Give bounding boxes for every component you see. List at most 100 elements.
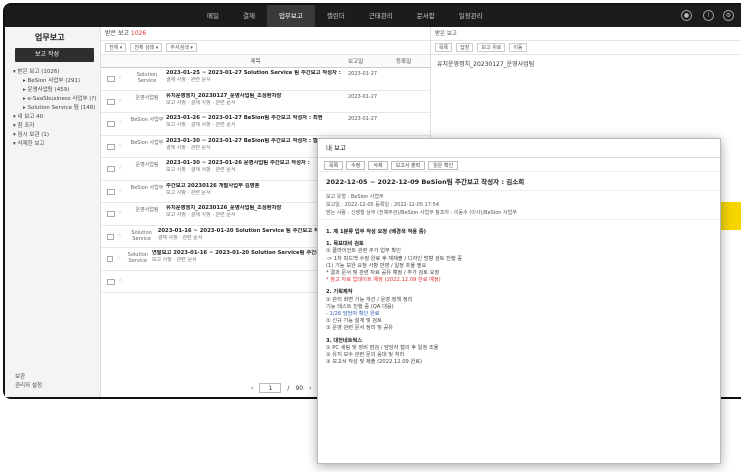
table-row[interactable]: ☆ 운영사업팀 유치운영정치_20230127_운영사업팀_조성환차장 보고 사항 ·… xyxy=(101,91,430,113)
star-icon[interactable]: ☆ xyxy=(118,203,128,225)
body-line: 1. 제 1분류 업무 작성 요청 (배경색 적용 중) xyxy=(326,229,426,235)
column-register-date[interactable]: 등록일 xyxy=(396,57,430,65)
settings-icon[interactable]: ⚙ xyxy=(723,10,734,21)
sidebar-folder-item[interactable]: ▸ Solution Service 팀 (148) xyxy=(13,104,100,113)
row-checkbox[interactable] xyxy=(107,166,115,172)
yellow-tab xyxy=(721,202,741,230)
row-sender: 운영사업팀 xyxy=(135,207,159,213)
sidebar-folder-item[interactable]: ▾ 삭제한 보고 xyxy=(13,140,100,149)
page-input[interactable]: 1 xyxy=(259,383,282,393)
row-main: 2023-01-25 ~ 2023-01-27 Solution Service… xyxy=(166,68,348,90)
row-checkbox[interactable] xyxy=(107,143,115,150)
row-checkbox[interactable] xyxy=(107,188,115,195)
preview-button[interactable]: 보고 위로 xyxy=(477,43,506,52)
list-header-label: 받은 보고 xyxy=(105,30,129,37)
top-menu-item[interactable]: 근태관리 xyxy=(357,5,405,27)
sidebar-bottom-item[interactable]: 보관 xyxy=(15,373,42,382)
modal-header: 내 보고 xyxy=(318,139,720,158)
star-icon[interactable]: ☆ xyxy=(118,113,128,135)
star-icon[interactable]: ☆ xyxy=(118,158,128,180)
list-header: 받은 보고 1026 xyxy=(101,27,430,41)
table-row[interactable]: ☆ BeSion 사업부 2023-01-26 ~ 2023-01-27 BeSio… xyxy=(101,113,430,136)
modal-tool-button[interactable]: 읽은 확인 xyxy=(428,161,459,170)
modal-tool-button[interactable]: 삭제 xyxy=(368,161,388,170)
sidebar-folder-item[interactable]: ▾ 임시 보관 (1) xyxy=(13,131,100,140)
row-sender: 운영사업팀 xyxy=(135,162,159,168)
sidebar-title: 업무보고 xyxy=(35,33,65,42)
row-sender: 운영사업팀 xyxy=(135,94,159,101)
sidebar-folder-item[interactable]: ▾ 내 보고 40 xyxy=(13,113,100,122)
star-icon[interactable]: ☆ xyxy=(118,271,128,293)
row-title[interactable]: 2023-01-26 ~ 2023-01-27 BeSion팀 주간보고 작성자… xyxy=(166,115,348,122)
modal-tool-button[interactable]: 보고서 출력 xyxy=(390,161,426,170)
column-report-date[interactable]: 보고일 xyxy=(348,57,396,65)
page-total: 90 xyxy=(295,384,304,392)
row-checkbox[interactable] xyxy=(107,76,115,82)
row-checkbox[interactable] xyxy=(107,256,114,262)
column-title[interactable]: 제목 xyxy=(163,57,348,65)
preview-button[interactable]: 이동 xyxy=(509,43,527,52)
body-line: ① 관리 화면 기능 개선 / 운영 정책 정리 xyxy=(326,296,413,303)
sidebar-bottom-item[interactable]: 관리자 설정 xyxy=(15,382,42,391)
row-subinfo: 보고 사항 · 결재 사항 · 관련 문서 xyxy=(166,122,236,128)
filter-select[interactable]: 전체 상태 ▾ xyxy=(130,43,163,52)
row-checkbox[interactable] xyxy=(107,211,115,217)
meta-line: 보고 유형 : BeSion 사업부 xyxy=(326,194,384,200)
row-checkbox[interactable] xyxy=(107,98,115,105)
prev-page-icon[interactable]: ‹ xyxy=(251,385,253,392)
top-menu-item[interactable]: 결재 xyxy=(231,5,267,27)
filter-bar: 전체 ▾ 전체 상태 ▾ 부서검색 ▾ xyxy=(101,41,430,55)
row-register-date xyxy=(396,68,430,90)
top-menu-item[interactable]: 업무보고 xyxy=(266,5,315,27)
list-count: 1026 xyxy=(130,30,147,37)
star-icon[interactable]: ☆ xyxy=(116,248,123,270)
meta-line: 보고일 : 2022-12-05 등록일 : 2022-12-05 17:54 xyxy=(326,202,440,208)
notification-icon[interactable]: ! xyxy=(703,10,714,21)
row-title[interactable]: 2023-01-25 ~ 2023-01-27 Solution Service… xyxy=(166,70,348,77)
row-title[interactable]: 유치운영정치_20230127_운영사업팀_조성환차장 xyxy=(166,93,348,100)
body-line: ③ 보고서 작성 및 제출 (2022.12.09 완료) xyxy=(326,359,423,366)
body-line: -> 1차 피드백 수정 완료 후 재제출 / 디자인 방향 검토 진행 중 xyxy=(326,255,463,262)
sidebar-folder-item[interactable]: ▸ e-SaaSbusiness 사업부 (?) xyxy=(13,95,100,104)
filter-select[interactable]: 전체 ▾ xyxy=(105,43,127,52)
table-row[interactable]: ☆ Solution Service 2023-01-25 ~ 2023-01-27… xyxy=(101,68,430,91)
top-menu-item[interactable]: 문서함 xyxy=(405,5,447,27)
row-checkbox[interactable] xyxy=(107,233,115,240)
row-sender: Solution Service xyxy=(131,229,152,242)
sidebar-folder-item[interactable]: ▾ 참 조자 xyxy=(13,122,100,131)
sidebar-bottom: 보관 관리자 설정 xyxy=(15,373,42,391)
star-icon[interactable]: ☆ xyxy=(118,181,128,203)
next-page-icon[interactable]: › xyxy=(309,385,311,392)
top-menu: 메일 결재 업무보고 캘린더 근태관리 문서함 일정관리 xyxy=(195,5,495,27)
sidebar-folder-item[interactable]: ▸ BeSion 사업부 (291) xyxy=(13,77,100,86)
body-line: - 1/26 담당자 확인 완료 xyxy=(326,311,380,318)
star-icon[interactable]: ☆ xyxy=(118,68,128,90)
modal-title: 2022-12-05 ~ 2022-12-09 BeSion팀 주간보고 작성자… xyxy=(318,172,720,191)
top-navigation-bar: 메일 결재 업무보고 캘린더 근태관리 문서함 일정관리 ● ! ⚙ xyxy=(5,5,741,27)
user-icon[interactable]: ● xyxy=(681,10,692,21)
write-report-button[interactable]: 보고 작성 xyxy=(15,48,94,62)
modal-tool-button[interactable]: 목록 xyxy=(324,161,344,170)
pagination: ‹ 1 / 90 › xyxy=(251,383,311,393)
star-icon[interactable]: ☆ xyxy=(118,91,128,113)
top-menu-item[interactable]: 메일 xyxy=(195,5,231,27)
sidebar-folder-item[interactable]: ▾ 받은 보고 (1026) xyxy=(13,68,100,77)
top-menu-item[interactable]: 캘린더 xyxy=(315,5,357,27)
preview-title: 유치운영정치_20230127_운영사업팀 xyxy=(437,61,535,68)
row-sender: BeSion 사업부 xyxy=(130,117,164,123)
preview-button[interactable]: 목록 xyxy=(435,43,453,52)
top-menu-item[interactable]: 일정관리 xyxy=(447,5,495,27)
row-checkbox[interactable] xyxy=(107,121,115,127)
star-icon[interactable]: ☆ xyxy=(118,136,128,158)
sidebar-folder-item[interactable]: ▸ 운영사업팀 (459) xyxy=(13,86,100,95)
modal-tool-button[interactable]: 수정 xyxy=(346,161,366,170)
row-sender: BeSion 사업부 xyxy=(130,139,164,146)
meta-line: 받는 사람 : 신영철 상무 (전체주관)/BeSion 사업부 참조자 : 이… xyxy=(326,210,517,216)
modal-body: 1. 제 1분류 업무 작성 요청 (배경색 적용 중) 1. 목표대비 검토 ① … xyxy=(318,220,720,450)
preview-button[interactable]: 답장 xyxy=(456,43,474,52)
filter-select[interactable]: 부서검색 ▾ xyxy=(166,43,197,52)
row-checkbox[interactable] xyxy=(107,278,115,285)
body-line: * 참고 자료 업데이트 예정 (2022.12.09 완료 예정) xyxy=(326,277,441,284)
body-line: 3. 대전네트웍스 xyxy=(326,337,363,344)
star-icon[interactable]: ☆ xyxy=(117,226,125,248)
